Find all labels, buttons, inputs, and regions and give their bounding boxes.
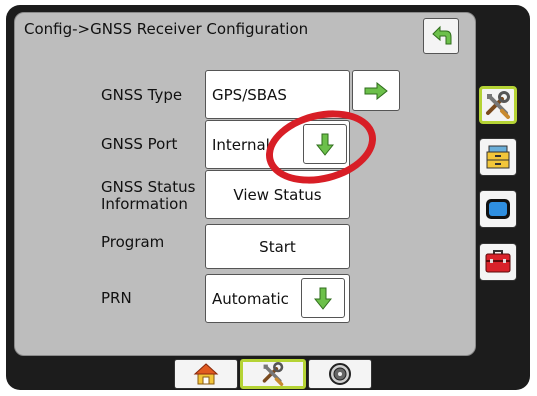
gnss-type-next-button[interactable] [352, 70, 400, 111]
gnss-status-label: GNSS Status Information [101, 179, 195, 213]
gnss-type-label: GNSS Type [101, 86, 183, 104]
gnss-port-value: Internal [212, 135, 270, 154]
prn-label: PRN [101, 289, 132, 307]
prn-value: Automatic [212, 289, 289, 308]
sidebar-data-tab[interactable] [479, 138, 517, 176]
arrow-right-icon [364, 81, 388, 100]
file-cabinet-icon [486, 145, 510, 169]
prn-dropdown-button[interactable] [301, 278, 345, 318]
sidebar-toolbox-tab[interactable] [479, 243, 517, 281]
sidebar-tools-tab[interactable] [479, 86, 517, 124]
program-start-button[interactable]: Start [205, 224, 350, 269]
bottom-tab-home[interactable] [174, 359, 238, 389]
bottom-tab-gauge[interactable] [308, 359, 372, 389]
gnss-status-label-line1: GNSS Status [101, 178, 196, 196]
home-icon [193, 363, 219, 385]
display-icon [486, 199, 510, 219]
gnss-port-label: GNSS Port [101, 135, 178, 153]
tools-icon [262, 362, 284, 386]
gauge-icon [329, 363, 351, 385]
tools-icon [486, 91, 510, 119]
back-arrow-icon [432, 25, 452, 45]
bottom-tab-tools[interactable] [240, 359, 306, 389]
gnss-port-dropdown-button[interactable] [303, 124, 347, 164]
arrow-down-icon [314, 287, 332, 310]
gnss-status-label-line2: Information [101, 195, 188, 213]
page-title: Config->GNSS Receiver Configuration [24, 20, 309, 38]
gnss-type-field[interactable]: GPS/SBAS [205, 70, 350, 119]
view-status-button[interactable]: View Status [205, 170, 350, 219]
arrow-down-icon [316, 133, 334, 156]
back-button[interactable] [423, 18, 459, 54]
program-label: Program [101, 233, 165, 251]
sidebar-display-tab[interactable] [479, 190, 517, 228]
toolbox-icon [485, 250, 511, 273]
